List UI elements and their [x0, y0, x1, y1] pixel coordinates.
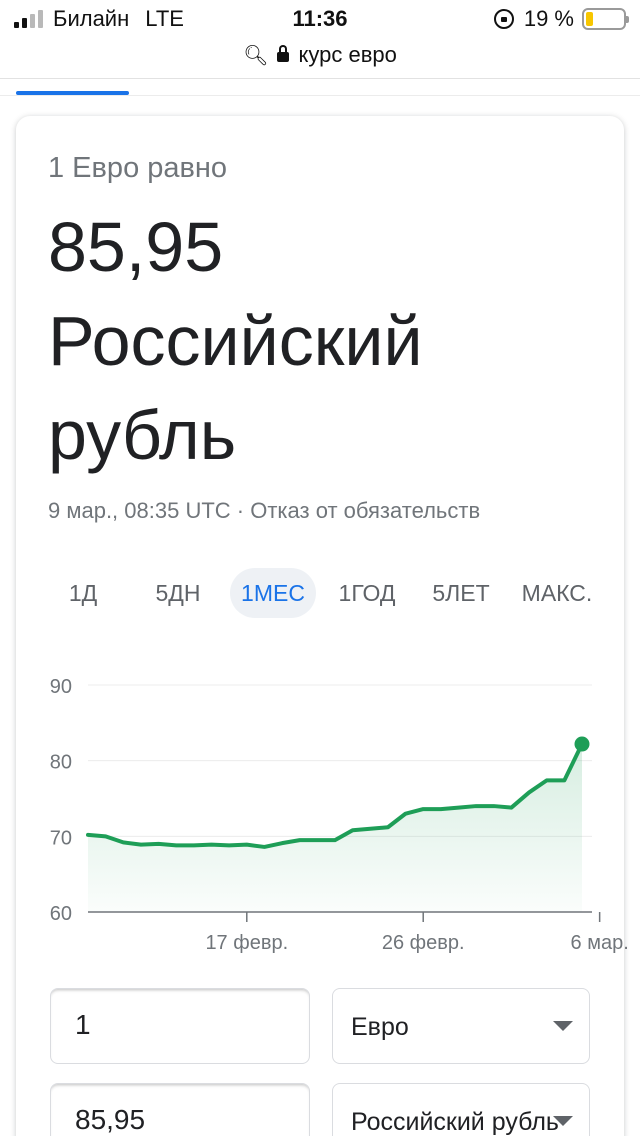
rotation-lock-icon: [493, 9, 514, 29]
search-icon: 🔍︎: [243, 44, 269, 67]
to-currency-value: Российский рубль: [351, 1108, 559, 1136]
x-tick-label-0: 17 февр.: [205, 932, 288, 954]
range-5d[interactable]: 5ДН: [136, 568, 220, 618]
from-currency-select[interactable]: Евро: [332, 988, 590, 1064]
rate-currency: Российский рубль: [48, 302, 423, 474]
y-tick-label-70: 70: [50, 827, 72, 849]
range-max[interactable]: МАКС.: [512, 568, 602, 618]
battery-percent: 19 %: [523, 6, 574, 31]
url-bar[interactable]: 🔍︎ курс евро: [0, 38, 640, 72]
series-area: [88, 744, 582, 912]
battery-icon: [582, 8, 629, 30]
from-currency-value: Евро: [351, 1013, 409, 1041]
lock-icon: [276, 45, 289, 62]
toolbar-divider: [0, 78, 640, 79]
range-1m[interactable]: 1МЕС: [230, 568, 316, 618]
status-right: 19 %: [493, 6, 629, 32]
to-amount-field[interactable]: [50, 1083, 310, 1136]
range-tabs: 1Д 5ДН 1МЕС 1ГОД 5ЛЕТ МАКС.: [36, 568, 616, 618]
range-1y[interactable]: 1ГОД: [328, 568, 406, 618]
rate-timestamp: 9 мар., 08:35 UTC · Отказ от обязательст…: [48, 498, 481, 523]
chevron-down-icon: [553, 1116, 573, 1126]
from-amount-input[interactable]: [75, 1009, 295, 1041]
url-query: курс евро: [298, 42, 397, 67]
exchange-rate-chart: 60 70 80 90 17 февр. 26 февр. 6 мар.: [50, 676, 629, 954]
y-tick-label-80: 80: [50, 752, 72, 774]
range-1d[interactable]: 1Д: [50, 568, 116, 618]
from-amount-field[interactable]: [50, 988, 310, 1064]
rate-subtitle: 1 Евро равно: [48, 152, 228, 184]
to-amount-input[interactable]: [75, 1104, 295, 1136]
range-5y[interactable]: 5ЛЕТ: [420, 568, 502, 618]
y-tick-label-60: 60: [50, 903, 72, 925]
chevron-down-icon: [553, 1021, 573, 1031]
rate-result: 85,95 Российский рубль: [48, 200, 608, 482]
series-end-point: [574, 736, 590, 752]
x-tick-label-2: 6 мар.: [571, 932, 629, 954]
battery-fill: [586, 12, 593, 26]
tab-divider: [0, 95, 640, 96]
y-tick-label-90: 90: [50, 676, 72, 698]
x-tick-label-1: 26 февр.: [382, 932, 465, 954]
to-currency-select[interactable]: Российский рубль: [332, 1083, 590, 1136]
status-bar: Билайн LTE 11:36 19 %: [0, 0, 640, 40]
rate-value: 85,95: [48, 208, 224, 286]
